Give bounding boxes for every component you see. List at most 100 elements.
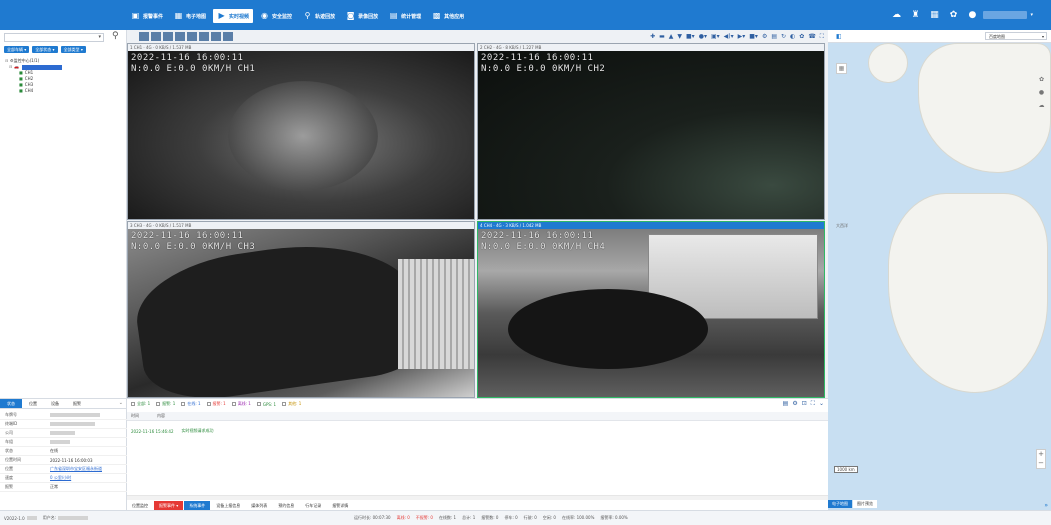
layout-9-icon[interactable] xyxy=(199,32,209,41)
settings-icon[interactable]: ⚙ xyxy=(792,400,797,408)
filter-status[interactable]: 全部状态 ▾ xyxy=(32,46,58,53)
map-layers-icon[interactable]: ▦ xyxy=(836,63,847,74)
search-input[interactable]: ▾ xyxy=(4,33,104,42)
chevron-down-icon[interactable]: ▾ xyxy=(98,34,101,40)
zoom-out-button[interactable]: − xyxy=(1038,459,1044,468)
tab-media-list[interactable]: 媒体列表 xyxy=(246,501,273,510)
record-icon[interactable]: ●▾ xyxy=(699,33,707,40)
video-tile-1[interactable]: 1 CH1 · 4G · 0 KB/S / 1.537 MB 2022-11-1… xyxy=(127,43,475,220)
nav-record-playback[interactable]: ◙ 录像回放 xyxy=(342,9,382,23)
shirt-icon[interactable]: ♜ xyxy=(908,8,922,22)
refresh-icon[interactable]: ↻ xyxy=(781,33,786,40)
nav-other-apps[interactable]: ▩ 其他应用 xyxy=(428,9,468,23)
settings-icon[interactable]: ✿ xyxy=(946,8,960,22)
map-type-select[interactable]: 百度地图 ▾ xyxy=(985,32,1047,40)
nav-electronic-map[interactable]: ▦ 电子地图 xyxy=(170,9,210,23)
map-tool-icon[interactable]: ◧ xyxy=(836,33,842,40)
tab-electronic-map[interactable]: 电子地图 xyxy=(828,500,852,508)
vehicle-selected[interactable] xyxy=(21,64,62,70)
collapse-icon[interactable]: ⌄ xyxy=(819,400,824,408)
cloud-icon[interactable]: ☁ xyxy=(889,8,903,22)
tab-device-report[interactable]: 设备上报信息 xyxy=(211,501,246,510)
layout-6-icon[interactable] xyxy=(175,32,185,41)
clear-icon[interactable]: ⊡ xyxy=(802,400,807,408)
nav-alarm-events[interactable]: ▣ 报警事件 xyxy=(127,9,167,23)
search-icon[interactable]: ⚲ xyxy=(112,32,119,41)
stream-icon[interactable]: ■▾ xyxy=(686,33,695,40)
filter-checkbox[interactable]: 其他: 1 xyxy=(282,401,301,407)
video-tile-3[interactable]: 3 CH3 · 4G · 0 KB/S / 1.517 MB 2022-11-1… xyxy=(127,221,475,398)
ptz-minus-icon[interactable]: ▬ xyxy=(659,33,665,40)
filter-checkbox[interactable]: 报警: 1 xyxy=(156,401,175,407)
filter-vehicles[interactable]: 全部车辆 ▾ xyxy=(4,46,30,53)
tab-alarm[interactable]: 报警 xyxy=(66,399,88,408)
intercom-icon[interactable]: ☎ xyxy=(808,33,815,40)
map-measure-icon[interactable]: ☁ xyxy=(1039,102,1045,109)
map-locate-icon[interactable]: ● xyxy=(1039,89,1044,96)
masked-value xyxy=(50,430,75,435)
tab-alarm-events[interactable]: 报警事件 ▾ xyxy=(154,501,184,510)
settings-icon[interactable]: ✿ xyxy=(799,33,804,40)
horizontal-scrollbar[interactable] xyxy=(127,495,828,500)
video-tile-2[interactable]: 2 CH2 · 4G · 8 KB/S / 1.227 MB 2022-11-1… xyxy=(477,43,825,220)
nav-live-video[interactable]: ▶ 实时视频 xyxy=(213,9,254,23)
video-tile-4[interactable]: 4 CH4 · 4G · 3 KB/S / 1.042 MB 2022-11-1… xyxy=(477,221,825,398)
chevron-down-icon[interactable]: ▾ xyxy=(1030,12,1033,18)
username-masked[interactable] xyxy=(983,11,1028,19)
ptz-up-icon[interactable]: ✚ xyxy=(650,33,655,40)
tab-position-monitor[interactable]: 位置监控 xyxy=(127,501,153,510)
tab-driving-record[interactable]: 行车记录 xyxy=(300,501,327,510)
filter-checkbox[interactable]: 全部: 1 xyxy=(131,401,150,407)
location-link[interactable]: 广东省深圳市宝安区福永街道 xyxy=(50,466,125,472)
filter-type[interactable]: 全部类型 ▾ xyxy=(60,46,86,53)
ptz-left-icon[interactable]: ▼ xyxy=(677,33,682,40)
expand-icon[interactable]: » xyxy=(1044,502,1048,509)
filter-checkbox[interactable]: 报警: 1 xyxy=(206,401,226,407)
tab-appointment[interactable]: 预约信息 xyxy=(273,501,300,510)
config-icon[interactable]: ⚙ xyxy=(762,33,767,40)
layout-16-icon[interactable] xyxy=(211,32,221,41)
tab-location[interactable]: 位置 xyxy=(22,399,44,408)
tree-vehicle[interactable]: ⊟ 🚗 xyxy=(5,64,62,70)
fullscreen-icon[interactable]: ⛶ xyxy=(811,400,815,408)
volume-icon[interactable]: ◀)▾ xyxy=(724,33,734,40)
info-row: 位置时间 2022-11-16 16:00:03 xyxy=(0,456,127,465)
capture-icon[interactable]: ■▾ xyxy=(749,33,758,40)
chevron-down-icon: ▾ xyxy=(1041,34,1044,39)
export-icon[interactable]: ▤ xyxy=(783,400,789,408)
tab-alarm-detail[interactable]: 报警详情 xyxy=(327,501,354,510)
table-row[interactable]: 2022-11-16 15:46:42 实时视频请求成功 xyxy=(127,427,828,435)
filter-checkbox[interactable]: GPS: 1 xyxy=(256,402,276,407)
map-canvas[interactable]: ▦ ✿ ● ☁ 大西洋 + − 1000 km xyxy=(828,43,1051,487)
video-feed xyxy=(478,51,824,219)
layout-8-icon[interactable] xyxy=(187,32,197,41)
tab-device[interactable]: 设备 xyxy=(44,399,66,408)
fullscreen-icon[interactable]: ⛶ xyxy=(820,33,824,40)
nav-safety-monitor[interactable]: ◉ 安全监控 xyxy=(256,9,296,23)
info-icon[interactable]: ◐ xyxy=(790,33,795,40)
grid-icon[interactable]: ▦ xyxy=(927,8,941,22)
zoom-in-button[interactable]: + xyxy=(1038,450,1044,459)
layout-1-icon[interactable] xyxy=(139,32,149,41)
tree-channel[interactable]: ■ CH4 xyxy=(5,88,62,94)
save-icon[interactable]: ▤ xyxy=(771,33,777,40)
chevron-down-icon[interactable]: ⌄ xyxy=(119,399,127,408)
camera-icon: ■ xyxy=(19,88,23,93)
tab-status[interactable]: 状态 xyxy=(0,399,22,408)
tab-system-events[interactable]: 系统事件 xyxy=(184,501,211,510)
video-osd-text: 2022-11-16 16:00:11 N:0.0 E:0.0 0KM/H CH… xyxy=(481,231,606,252)
map-settings-icon[interactable]: ✿ xyxy=(1039,76,1044,83)
play-icon[interactable]: ▶▾ xyxy=(738,33,746,40)
nav-track-playback[interactable]: ⚲ 轨迹回放 xyxy=(299,9,339,23)
ptz-down-icon[interactable]: ▲ xyxy=(669,33,674,40)
video-feed xyxy=(128,229,474,397)
layout-4-icon[interactable] xyxy=(163,32,173,41)
layout-custom-icon[interactable] xyxy=(223,32,233,41)
filter-checkbox[interactable]: 在线: 1 xyxy=(181,401,201,407)
filter-checkbox[interactable]: 离线: 1 xyxy=(231,401,251,407)
video-toolbar: ✚ ▬ ▲ ▼ ■▾ ●▾ ▣▾ ◀)▾ ▶▾ ■▾ ⚙ ▤ ↻ ◐ ✿ ☎ ⛶ xyxy=(127,30,828,43)
tab-image-preview[interactable]: 图片预览 xyxy=(853,500,877,508)
nav-statistics[interactable]: ▤ 统计管理 xyxy=(385,9,425,23)
screen-icon[interactable]: ▣▾ xyxy=(711,33,720,40)
layout-2-icon[interactable] xyxy=(151,32,161,41)
